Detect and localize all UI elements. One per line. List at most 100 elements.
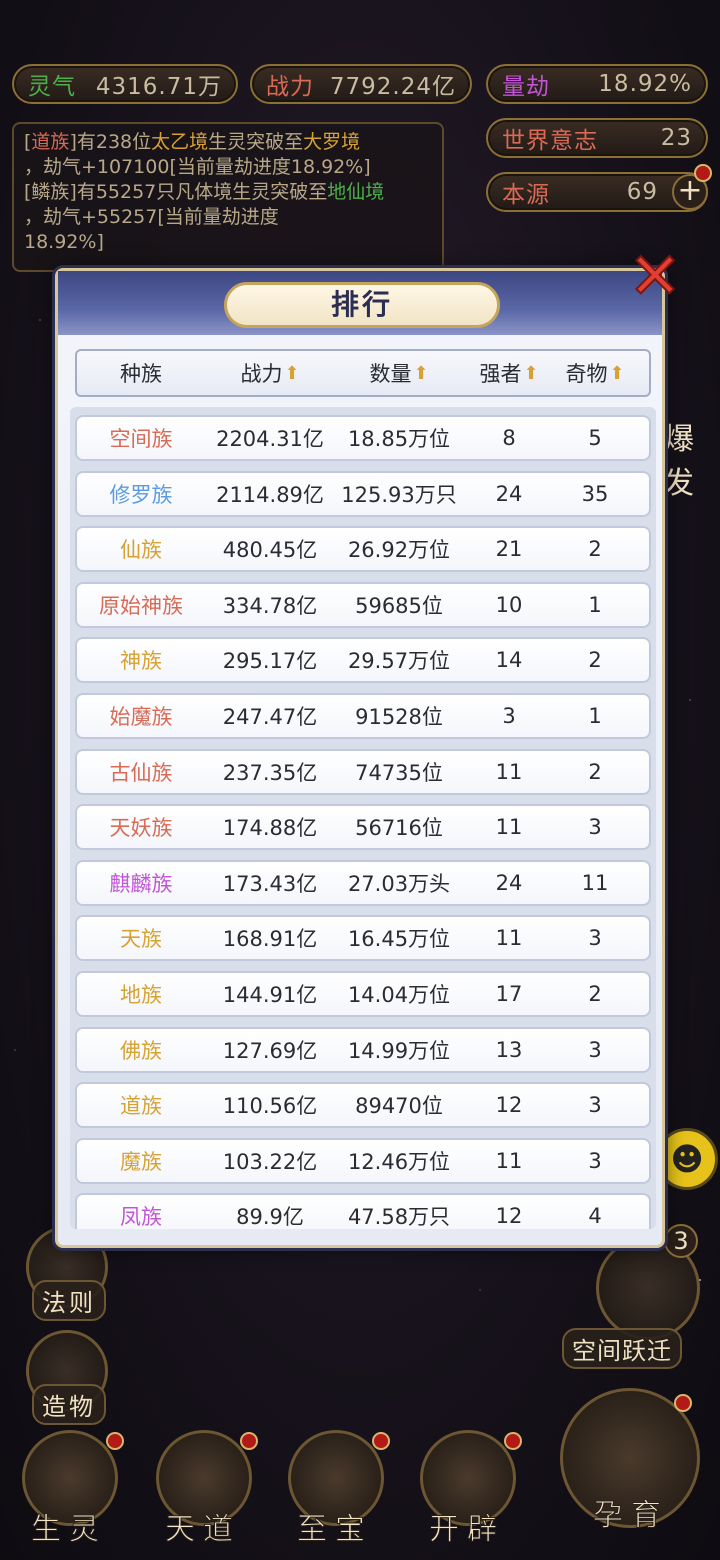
treasure-cell: 35 [581,481,609,506]
zhi-bao-button[interactable]: 至宝 [280,1430,390,1548]
treasure-cell: 3 [588,815,602,840]
race-cell: 神族 [120,649,162,674]
yun-yu-button[interactable]: 孕育 [556,1388,706,1548]
bao-fa-label: 爆发 [664,422,694,501]
power-cell: 168.91亿 [222,927,318,952]
log-line-2: ，劫气+107100[当前量劫进度18.92%] [24,156,371,178]
power-cell: 144.91亿 [222,983,318,1007]
power-cell: 247.47亿 [222,705,318,729]
count-cell: 26.92万位 [347,538,451,563]
race-cell: 古仙族 [109,760,173,785]
col-power-sort[interactable]: 战力 ⬆ [205,358,335,388]
liangjie-stat[interactable]: 量劫 18.92% [486,64,708,104]
tian-dao-label: 天道 [165,1512,241,1548]
log-line-4: ，劫气+55257[当前量劫进度 [24,206,279,228]
sheng-ling-button[interactable]: 生灵 [14,1430,124,1548]
power-cell: 2114.89亿 [216,482,324,507]
ranking-modal: 排行 种族 战力 ⬆ 数量 ⬆ 强者 ⬆ 奇物 ⬆ 空间族 2204.31亿 18.85万位… [55,268,665,1248]
table-row[interactable]: 古仙族 237.35亿 74735位 11 2 [75,748,651,795]
col-strong-sort[interactable]: 强者 ⬆ [463,358,555,388]
race-cell: 凤族 [120,1205,162,1229]
count-cell: 89470位 [355,1094,443,1119]
tian-dao-button[interactable]: 天道 [148,1430,258,1548]
liangjie-label: 量劫 [502,74,550,100]
treasure-cell: 2 [588,537,602,562]
fa-ze-label: 法则 [32,1280,106,1321]
race-cell: 天族 [120,927,162,952]
tian-dao-alert-dot [240,1432,258,1450]
table-header: 种族 战力 ⬆ 数量 ⬆ 强者 ⬆ 奇物 ⬆ [75,349,651,397]
col-count-sort[interactable]: 数量 ⬆ [335,358,463,388]
count-cell: 14.04万位 [347,983,451,1007]
treasure-cell: 1 [588,704,602,728]
race-cell: 麒麟族 [109,871,173,896]
treasure-cell: 1 [588,592,602,617]
zhanli-value: 7792.24亿 [329,74,456,100]
table-row[interactable]: 天族 168.91亿 16.45万位 11 3 [75,915,651,962]
event-log: [道族]有238位太乙境生灵突破至大罗境 ，劫气+107100[当前量劫进度18… [12,122,444,272]
strong-cell: 11 [495,759,523,784]
count-cell: 125.93万只 [341,482,457,507]
kai-pi-alert-dot [504,1432,522,1450]
col-race[interactable]: 种族 [77,358,205,388]
lingqi-label: 灵气 [28,74,76,100]
strong-cell: 14 [495,648,523,673]
zhanli-stat[interactable]: 战力 7792.24亿 [250,64,472,104]
power-cell: 2204.31亿 [216,427,324,451]
count-cell: 12.46万位 [347,1149,451,1174]
ranking-list[interactable]: 空间族 2204.31亿 18.85万位 8 5 修罗族 2114.89亿 125.93万只 2… [70,407,656,1229]
count-cell: 47.58万只 [347,1205,451,1229]
power-cell: 173.43亿 [222,871,318,896]
log-line-3: [鳞族]有55257只凡体境生灵突破至地仙境 [24,181,385,203]
strong-cell: 11 [495,1148,523,1173]
treasure-cell: 2 [588,982,602,1006]
power-cell: 295.17亿 [222,649,318,674]
table-row[interactable]: 麒麟族 173.43亿 27.03万头 24 11 [75,859,651,906]
close-x-icon[interactable]: ✕ [622,243,688,311]
lingqi-stat[interactable]: 灵气 4316.71万 [12,64,238,104]
log-line-1: [道族]有238位太乙境生灵突破至大罗境 [24,131,361,153]
table-row[interactable]: 始魔族 247.47亿 91528位 3 1 [75,693,651,739]
kai-pi-label: 开辟 [429,1512,505,1548]
benyuan-alert-dot [694,164,712,182]
race-cell: 原始神族 [99,593,183,618]
col-treasure-sort[interactable]: 奇物 ⬆ [555,358,635,388]
treasure-cell: 2 [588,648,602,673]
table-row[interactable]: 修罗族 2114.89亿 125.93万只 24 35 [75,470,651,517]
race-cell: 道族 [120,1094,162,1119]
strong-cell: 24 [495,481,523,506]
assistant-float-icon[interactable]: ☻ [656,1128,718,1190]
count-cell: 27.03万头 [347,871,451,896]
yun-yu-alert-dot [674,1394,692,1412]
count-cell: 91528位 [355,705,443,729]
benyuan-label: 本源 [502,182,550,208]
race-cell: 仙族 [120,538,162,563]
table-row[interactable]: 仙族 480.45亿 26.92万位 21 2 [75,526,651,573]
table-row[interactable]: 原始神族 334.78亿 59685位 10 1 [75,581,651,628]
strong-cell: 11 [495,926,523,951]
power-cell: 110.56亿 [222,1094,318,1119]
table-row[interactable]: 天妖族 174.88亿 56716位 11 3 [75,804,651,851]
benyuan-value: 69 [626,179,658,205]
table-row[interactable]: 魔族 103.22亿 12.46万位 11 3 [75,1137,651,1184]
kai-pi-button[interactable]: 开辟 [412,1430,522,1548]
table-row[interactable]: 凤族 89.9亿 47.58万只 12 4 [75,1193,651,1229]
table-row[interactable]: 道族 110.56亿 89470位 12 3 [75,1082,651,1129]
strong-cell: 13 [495,1037,523,1062]
table-row[interactable]: 神族 295.17亿 29.57万位 14 2 [75,637,651,684]
table-row[interactable]: 佛族 127.69亿 14.99万位 13 3 [75,1026,651,1073]
yun-yu-label: 孕育 [593,1498,669,1534]
power-cell: 127.69亿 [222,1038,318,1063]
world-will-stat[interactable]: 世界意志 23 [486,118,708,158]
race-cell: 佛族 [120,1038,162,1063]
table-row[interactable]: 空间族 2204.31亿 18.85万位 8 5 [75,415,651,461]
sort-arrow-icon: ⬆ [609,362,625,384]
treasure-cell: 2 [588,759,602,784]
strong-cell: 24 [495,870,523,895]
table-row[interactable]: 地族 144.91亿 14.04万位 17 2 [75,971,651,1017]
sheng-ling-label: 生灵 [31,1512,107,1548]
treasure-cell: 5 [588,426,602,450]
modal-title: 排行 [224,282,500,328]
race-cell: 天妖族 [109,816,173,841]
sheng-ling-alert-dot [106,1432,124,1450]
